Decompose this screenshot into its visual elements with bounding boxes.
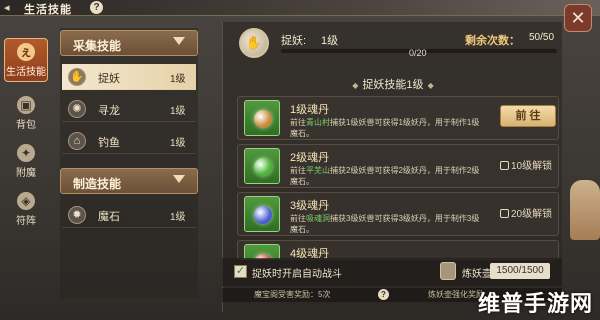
item-description: 前往青山村捕获1级妖兽可获得1级妖丹，用于制作1级魔石。 bbox=[290, 118, 480, 138]
catch-demon-icon: ✋ bbox=[68, 68, 86, 86]
catch-demon-icon: ✋ bbox=[239, 28, 269, 58]
skill-item-dragon-search[interactable]: ✺ 寻龙 1级 bbox=[62, 96, 196, 122]
close-button[interactable]: ✕ bbox=[564, 4, 592, 32]
chevron-down-icon bbox=[173, 175, 185, 183]
sidebar-item-life-skill[interactable]: ぇ 生活技能 bbox=[4, 38, 48, 82]
remaining-count-label: 剩余次数： bbox=[465, 35, 520, 47]
skill-item-magic-stone[interactable]: ✹ 魔石 1级 bbox=[62, 202, 196, 228]
skill-level: 1级 bbox=[170, 106, 186, 117]
enchant-icon: ✦ bbox=[17, 144, 35, 162]
progress-count: 0/20 bbox=[409, 48, 427, 58]
diamond-icon: ◆ bbox=[427, 81, 434, 90]
auto-battle-label: 捉妖时开启自动战斗 bbox=[252, 269, 342, 280]
remaining-count-value: 50/50 bbox=[529, 32, 555, 43]
skill-name: 捉妖 bbox=[98, 73, 120, 85]
category-craft-header[interactable]: 制造技能 bbox=[60, 168, 198, 194]
progress-level: 1级 bbox=[321, 35, 339, 47]
orb-icon bbox=[254, 206, 272, 224]
sidebar-item-label: 背包 bbox=[16, 120, 36, 131]
go-button[interactable]: 前 往 bbox=[500, 105, 556, 127]
sidebar-item-label: 生活技能 bbox=[6, 67, 46, 78]
sidebar-item-enchant[interactable]: ✦ 附魔 bbox=[4, 140, 48, 184]
sidebar-item-bag[interactable]: ▣ 背包 bbox=[4, 92, 48, 136]
bag-icon: ▣ bbox=[17, 96, 35, 114]
magic-stone-icon: ✹ bbox=[68, 206, 86, 224]
back-arrow-icon[interactable]: ◂ bbox=[4, 2, 18, 14]
item-description: 前往吸魂洞捕获3级妖兽可获得3级妖丹，用于制作3级魔石。 bbox=[290, 214, 480, 234]
life-skill-icon: ぇ bbox=[17, 43, 35, 61]
skill-item-fishing[interactable]: ⌂ 钓鱼 1级 bbox=[62, 128, 196, 154]
item-description: 前往平芜山捕获2级妖兽可获得2级妖丹，用于制作2级魔石。 bbox=[290, 166, 480, 186]
item-name: 3级魂丹 bbox=[290, 200, 330, 212]
orb-icon bbox=[254, 158, 272, 176]
item-name: 2级魂丹 bbox=[290, 152, 330, 164]
skill-name: 寻龙 bbox=[98, 105, 120, 117]
skill-level: 1级 bbox=[170, 74, 186, 85]
unlock-requirement: 20级解锁 bbox=[500, 205, 560, 221]
skill-level: 1级 bbox=[170, 138, 186, 149]
help-icon[interactable]: ? bbox=[378, 289, 389, 300]
soul-pill-icon bbox=[244, 100, 280, 136]
category-title: 采集技能 bbox=[73, 39, 122, 53]
skill-name: 钓鱼 bbox=[98, 137, 120, 149]
soul-pill-icon bbox=[244, 148, 280, 184]
auto-battle-checkbox[interactable]: ✓ bbox=[234, 265, 247, 278]
sidebar-item-array[interactable]: ◈ 符阵 bbox=[4, 188, 48, 232]
chevron-down-icon bbox=[173, 37, 185, 45]
sidebar-item-label: 符阵 bbox=[16, 216, 36, 227]
orb-icon bbox=[254, 110, 272, 128]
skill-list: 采集技能 ✋ 捉妖 1级 ✺ 寻龙 1级 ⌂ 钓鱼 1级 制造技能 ✹ 魔石 1… bbox=[60, 28, 198, 298]
skill-item-catch-demon[interactable]: ✋ 捉妖 1级 bbox=[62, 64, 196, 90]
footer-pot-reward-text: 炼妖壶强化奖励 bbox=[428, 290, 484, 299]
category-title: 制造技能 bbox=[73, 177, 122, 191]
sidebar: ぇ 生活技能 ▣ 背包 ✦ 附魔 ◈ 符阵 bbox=[0, 30, 52, 240]
window-title: 生活技能 bbox=[24, 4, 72, 16]
watermark-text: 维普手游网 bbox=[478, 291, 594, 316]
sidebar-item-label: 附魔 bbox=[16, 168, 36, 179]
character-decoration bbox=[570, 180, 600, 240]
soul-pill-icon bbox=[244, 196, 280, 232]
section-title-text: 捉妖技能1级 bbox=[362, 79, 424, 91]
skill-level: 1级 bbox=[170, 212, 186, 223]
section-title: ◆ 捉妖技能1级 ◆ bbox=[223, 76, 563, 92]
list-item: 2级魂丹 前往平芜山捕获2级妖兽可获得2级妖丹，用于制作2级魔石。 10级解锁 bbox=[237, 144, 559, 188]
unlock-requirement: 10级解锁 bbox=[500, 157, 560, 173]
demon-pot-icon bbox=[440, 262, 456, 280]
list-item: 1级魂丹 前往青山村捕获1级妖兽可获得1级妖丹，用于制作1级魔石。 前 往 bbox=[237, 96, 559, 140]
demon-pot-label: 炼妖壶 bbox=[462, 269, 492, 280]
list-item: 4级魂丹 bbox=[237, 240, 559, 260]
dragon-search-icon: ✺ bbox=[68, 100, 86, 118]
help-icon[interactable]: ? bbox=[90, 1, 103, 14]
item-name: 1级魂丹 bbox=[290, 104, 330, 116]
category-gather-header[interactable]: 采集技能 bbox=[60, 30, 198, 56]
demon-pot-value: 1500/1500 bbox=[490, 263, 550, 279]
lock-icon bbox=[500, 161, 509, 170]
title-bar: ◂ 生活技能 ? bbox=[0, 0, 600, 16]
skill-name: 魔石 bbox=[98, 211, 120, 223]
progress-label: 捉妖: bbox=[281, 35, 307, 47]
diamond-icon: ◆ bbox=[352, 81, 359, 90]
footer-reward-text: 魔宝阁受害奖励：5次 bbox=[254, 290, 331, 299]
fishing-icon: ⌂ bbox=[68, 132, 86, 150]
bottom-bar: ✓ 捉妖时开启自动战斗 炼妖壶 1500/1500 bbox=[222, 258, 562, 286]
list-item: 3级魂丹 前往吸魂洞捕获3级妖兽可获得3级妖丹，用于制作3级魔石。 20级解锁 bbox=[237, 192, 559, 236]
array-icon: ◈ bbox=[17, 192, 35, 210]
progress-area: ✋ 捉妖: 1级 剩余次数： 50/50 0/20 bbox=[233, 26, 563, 64]
lock-icon bbox=[500, 209, 509, 218]
